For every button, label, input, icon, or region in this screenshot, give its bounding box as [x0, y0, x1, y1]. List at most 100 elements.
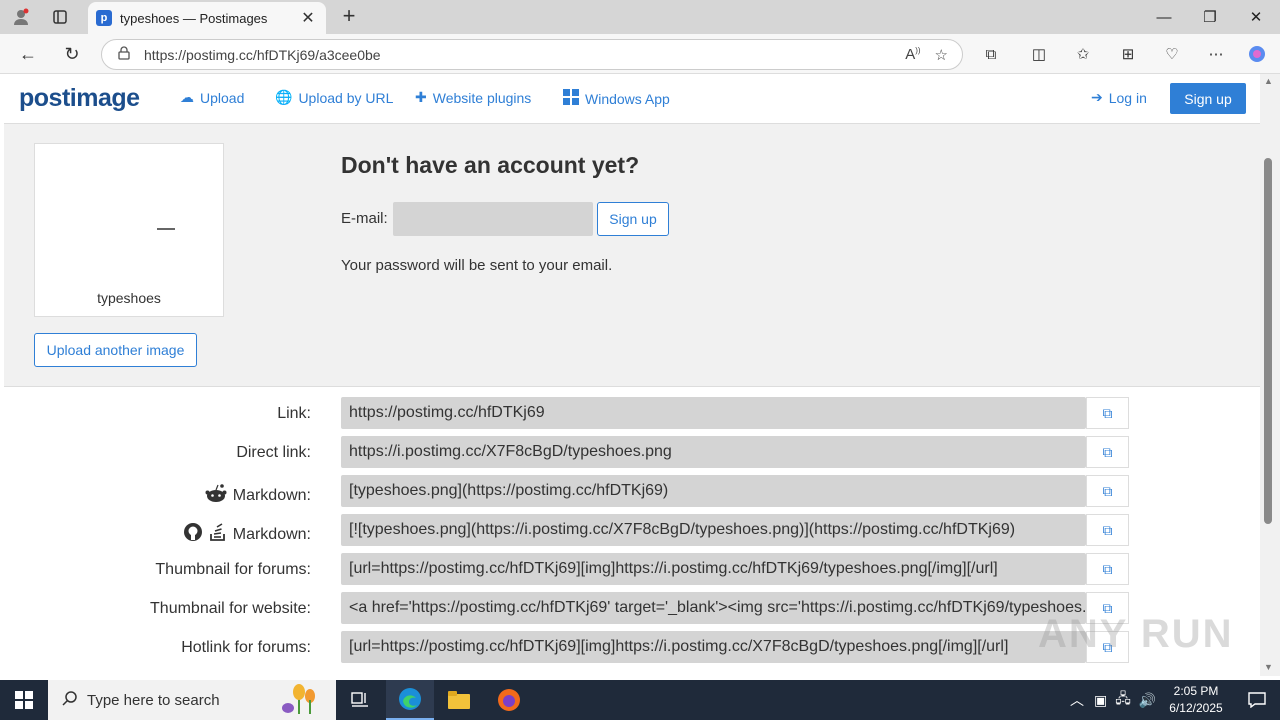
- search-placeholder: Type here to search: [87, 691, 220, 709]
- sign-in-icon: ➔: [1091, 89, 1103, 105]
- tab-title: typeshoes — Postimages: [120, 10, 268, 26]
- link-row: Direct link: https://i.postimg.cc/X7F8cB…: [4, 436, 1260, 470]
- upload-link[interactable]: ☁ Upload: [180, 89, 244, 106]
- login-link[interactable]: ➔ Log in: [1091, 89, 1147, 106]
- site-navbar: postimage ☁ Upload 🌐 Upload by URL ✚ Web…: [4, 74, 1260, 124]
- close-tab-icon[interactable]: ✕: [298, 8, 318, 28]
- scroll-down-icon[interactable]: ▼: [1264, 662, 1273, 672]
- scroll-up-icon[interactable]: ▲: [1264, 76, 1273, 86]
- page-scrollbar[interactable]: ▲ ▼: [1260, 74, 1280, 676]
- puzzle-icon: ✚: [415, 89, 427, 105]
- copy-icon[interactable]: ⧉: [1086, 436, 1129, 468]
- account-heading: Don't have an account yet?: [341, 152, 640, 178]
- link-row: Thumbnail for forums: [url=https://posti…: [4, 553, 1260, 587]
- profile-icon[interactable]: [10, 6, 32, 28]
- link-row-field[interactable]: [typeshoes.png](https://postimg.cc/hfDTK…: [341, 475, 1086, 507]
- tab-postimages[interactable]: p typeshoes — Postimages ✕: [88, 2, 326, 34]
- windows-app-label: Windows App: [585, 90, 670, 107]
- favorite-star-icon[interactable]: ☆: [935, 46, 948, 64]
- link-row-label-text: Direct link:: [236, 444, 311, 461]
- upload-another-button[interactable]: Upload another image: [34, 333, 197, 367]
- link-row-field[interactable]: https://i.postimg.cc/X7F8cBgD/typeshoes.…: [341, 436, 1086, 468]
- copy-icon[interactable]: ⧉: [1086, 475, 1129, 507]
- restore-icon[interactable]: ❐: [1187, 0, 1233, 34]
- taskbar-search-box[interactable]: Type here to search: [48, 680, 336, 720]
- windows-app-link[interactable]: Windows App: [563, 89, 670, 108]
- copilot-icon[interactable]: [1246, 43, 1268, 65]
- task-view-icon[interactable]: [336, 680, 384, 720]
- tulip-decoration-icon: [270, 680, 330, 720]
- link-row-label-text: Link:: [277, 405, 311, 422]
- web-page: postimage ☁ Upload 🌐 Upload by URL ✚ Web…: [4, 74, 1260, 676]
- favorites-icon[interactable]: ✩: [1072, 43, 1094, 65]
- firefox-icon[interactable]: [485, 680, 533, 720]
- link-row-label: Markdown:: [205, 483, 311, 508]
- url-bar[interactable]: https://postimg.cc/hfDTKj69/a3cee0be A))…: [101, 39, 963, 70]
- minimize-icon[interactable]: —: [1141, 0, 1187, 34]
- file-explorer-icon[interactable]: [435, 680, 483, 720]
- email-field[interactable]: [393, 202, 593, 236]
- copy-icon[interactable]: ⧉: [1086, 397, 1129, 429]
- link-row-field[interactable]: <a href='https://postimg.cc/hfDTKj69' ta…: [341, 592, 1086, 624]
- copy-icon[interactable]: ⧉: [1086, 553, 1129, 585]
- thumbnail-image[interactable]: [157, 228, 175, 230]
- link-row: Link: https://postimg.cc/hfDTKj69 ⧉: [4, 397, 1260, 431]
- clock-time: 2:05 PM: [1173, 684, 1219, 698]
- read-aloud-icon[interactable]: A)): [905, 46, 920, 63]
- link-row-field[interactable]: https://postimg.cc/hfDTKj69: [341, 397, 1086, 429]
- signup-button[interactable]: Sign up: [597, 202, 669, 236]
- notification-icon[interactable]: [1234, 680, 1280, 720]
- device-icon[interactable]: ▣: [1094, 692, 1107, 709]
- split-screen-icon[interactable]: ◫: [1028, 43, 1050, 65]
- browser-essentials-icon[interactable]: ♡: [1161, 43, 1183, 65]
- link-row-field[interactable]: [url=https://postimg.cc/hfDTKj69][img]ht…: [341, 631, 1086, 663]
- link-row-label-text: Hotlink for forums:: [181, 639, 311, 656]
- close-window-icon[interactable]: ✕: [1233, 0, 1279, 34]
- start-button[interactable]: [0, 680, 48, 720]
- more-menu-icon[interactable]: ⋯: [1205, 43, 1227, 65]
- taskbar-clock[interactable]: 2:05 PM 6/12/2025: [1160, 683, 1232, 717]
- edge-taskbar-icon[interactable]: [386, 680, 434, 720]
- refresh-icon[interactable]: ↻: [59, 42, 85, 66]
- browser-tab-bar: p typeshoes — Postimages ✕ + — ❐ ✕: [0, 0, 1280, 34]
- link-row-field[interactable]: [![typeshoes.png](https://i.postimg.cc/X…: [341, 514, 1086, 546]
- link-row: Markdown: [typeshoes.png](https://postim…: [4, 475, 1260, 509]
- search-icon: [62, 690, 77, 710]
- link-row-label: Thumbnail for website:: [150, 600, 311, 618]
- link-row: Markdown: [![typeshoes.png](https://i.po…: [4, 514, 1260, 548]
- cloud-upload-icon: ☁: [180, 89, 194, 105]
- postimage-logo[interactable]: postimage: [19, 84, 140, 113]
- link-row-label-text: Markdown:: [232, 486, 311, 504]
- tab-actions-icon[interactable]: [49, 6, 71, 28]
- upload-by-url-label: Upload by URL: [298, 89, 394, 106]
- scroll-thumb[interactable]: [1264, 158, 1272, 524]
- network-icon[interactable]: 🖧: [1115, 688, 1131, 712]
- website-plugins-label: Website plugins: [432, 89, 532, 106]
- extensions-icon[interactable]: ⧉: [980, 43, 1002, 65]
- reddit-icon: [205, 483, 227, 508]
- chevron-up-icon[interactable]: ︿: [1070, 690, 1084, 710]
- link-row-field[interactable]: [url=https://postimg.cc/hfDTKj69][img]ht…: [341, 553, 1086, 585]
- windows-icon: [563, 89, 579, 108]
- anyrun-watermark: ANY RUN: [1038, 612, 1234, 656]
- link-row-label: Direct link:: [236, 444, 311, 462]
- lock-icon[interactable]: [118, 46, 130, 63]
- image-thumbnail-card[interactable]: typeshoes: [34, 143, 224, 317]
- back-arrow-icon[interactable]: ←: [15, 42, 41, 66]
- website-plugins-link[interactable]: ✚ Website plugins: [415, 89, 531, 106]
- volume-icon[interactable]: 🔊: [1139, 692, 1156, 709]
- signup-button-top[interactable]: Sign up: [1170, 83, 1246, 114]
- new-tab-icon[interactable]: +: [338, 5, 360, 27]
- windows-taskbar: Type here to search ︿ ▣ 🖧 🔊 2:05 PM 6/12…: [0, 680, 1280, 720]
- postimages-favicon-icon: p: [96, 10, 112, 26]
- link-row-label: Thumbnail for forums:: [155, 561, 311, 579]
- link-row-label-text: Thumbnail for website:: [150, 600, 311, 617]
- url-text[interactable]: https://postimg.cc/hfDTKj69/a3cee0be: [144, 47, 905, 63]
- login-label: Log in: [1108, 89, 1147, 106]
- copy-icon[interactable]: ⧉: [1086, 514, 1129, 546]
- upload-by-url-link[interactable]: 🌐 Upload by URL: [275, 89, 393, 106]
- email-label: E-mail:: [341, 210, 388, 227]
- collections-icon[interactable]: ⊞: [1117, 43, 1139, 65]
- stackoverflow-icon: [209, 522, 227, 547]
- link-row-label: Markdown:: [183, 522, 311, 547]
